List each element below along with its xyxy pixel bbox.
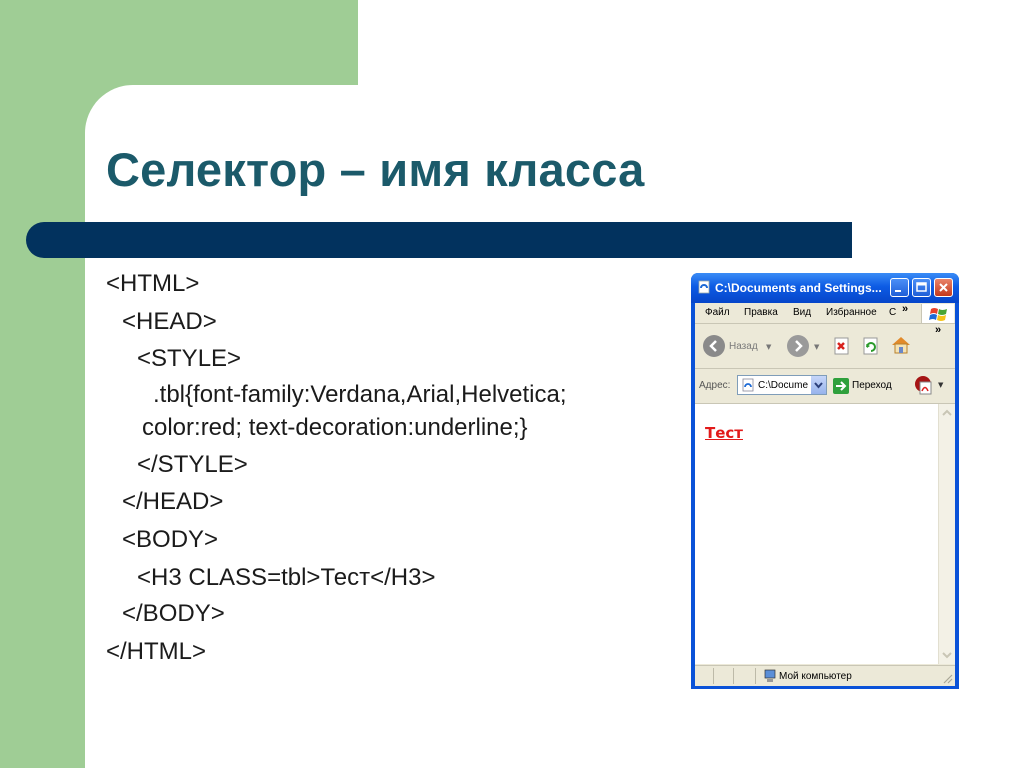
chevron-down-icon — [814, 382, 823, 389]
scroll-down-icon — [942, 652, 952, 659]
browser-titlebar[interactable]: C:\Documents and Settings... — [691, 273, 959, 303]
vertical-scrollbar[interactable] — [938, 404, 955, 664]
go-icon — [836, 381, 847, 391]
code-line: </HTML> — [106, 638, 207, 665]
acrobat-dropdown-icon[interactable]: ▼ — [938, 381, 943, 389]
refresh-icon — [863, 337, 878, 355]
back-button[interactable] — [703, 335, 725, 357]
forward-dropdown-icon[interactable]: ▼ — [814, 343, 819, 351]
acrobat-button[interactable] — [913, 374, 933, 395]
code-line: <HEAD> — [122, 308, 217, 335]
menu-view[interactable]: Вид — [793, 307, 811, 318]
close-button[interactable] — [934, 278, 953, 297]
code-line: </BODY> — [122, 600, 225, 627]
stop-icon — [834, 337, 849, 355]
browser-client: Файл Правка Вид Избранное С » Назад ▼ ▼ … — [695, 303, 955, 686]
home-button[interactable] — [890, 334, 910, 354]
code-line: </HEAD> — [122, 488, 224, 515]
ie-page-icon — [742, 378, 754, 392]
browser-window: C:\Documents and Settings... Файл Правка… — [691, 273, 959, 689]
menu-favorites[interactable]: Избранное — [826, 307, 877, 318]
menu-file[interactable]: Файл — [705, 307, 730, 318]
stop-button[interactable] — [832, 336, 852, 356]
my-computer-icon — [764, 669, 776, 682]
forward-button[interactable] — [787, 335, 809, 357]
address-bar: Адрес: C:\Documer Переход ▼ — [695, 369, 955, 404]
address-input[interactable]: C:\Documer — [737, 375, 827, 395]
go-button[interactable] — [833, 378, 849, 394]
maximize-button[interactable] — [912, 278, 931, 297]
code-line: color:red; text-decoration:underline;} — [142, 414, 528, 441]
address-value: C:\Documer — [758, 380, 808, 391]
acrobat-icon — [915, 376, 932, 395]
page-viewport[interactable]: Тест — [695, 404, 955, 664]
windows-flag-icon — [921, 304, 954, 323]
title-underline-bar — [26, 222, 852, 258]
menu-service[interactable]: С — [889, 307, 896, 318]
maximize-icon — [916, 282, 927, 292]
status-bar: Мой компьютер — [695, 665, 955, 686]
scroll-up-icon — [942, 409, 952, 416]
resize-grip-icon — [943, 674, 953, 684]
address-label: Адрес: — [699, 380, 731, 391]
forward-icon — [795, 340, 803, 352]
menu-edit[interactable]: Правка — [744, 307, 778, 318]
close-icon — [939, 283, 948, 292]
code-line: <BODY> — [122, 526, 219, 553]
status-divider — [755, 668, 756, 684]
status-divider — [713, 668, 714, 684]
back-icon — [709, 340, 717, 352]
status-divider — [733, 668, 734, 684]
minimize-icon — [895, 290, 901, 292]
code-line: .tbl{font-family:Verdana,Arial,Helvetica… — [153, 381, 567, 408]
home-icon — [892, 337, 910, 354]
code-line: <STYLE> — [137, 345, 242, 372]
menu-more[interactable]: » — [902, 303, 908, 315]
address-dropdown[interactable] — [811, 376, 826, 394]
page-heading: Тест — [705, 424, 743, 442]
go-label[interactable]: Переход — [852, 380, 892, 391]
back-label[interactable]: Назад — [729, 341, 758, 352]
status-zone: Мой компьютер — [779, 671, 852, 682]
code-line: <HTML> — [106, 270, 200, 297]
menu-bar: Файл Правка Вид Избранное С » — [695, 303, 955, 324]
slide-title: Селектор – имя класса — [106, 143, 645, 196]
standard-toolbar: Назад ▼ ▼ » — [695, 324, 955, 369]
minimize-button[interactable] — [890, 278, 909, 297]
code-line: </STYLE> — [137, 451, 248, 478]
code-line: <H3 CLASS=tbl>Тест</H3> — [137, 564, 436, 591]
back-dropdown-icon[interactable]: ▼ — [766, 343, 771, 351]
browser-title: C:\Documents and Settings... — [715, 281, 882, 295]
ie-page-icon — [697, 280, 711, 294]
refresh-button[interactable] — [861, 336, 881, 356]
toolbar-more[interactable]: » — [935, 324, 941, 336]
